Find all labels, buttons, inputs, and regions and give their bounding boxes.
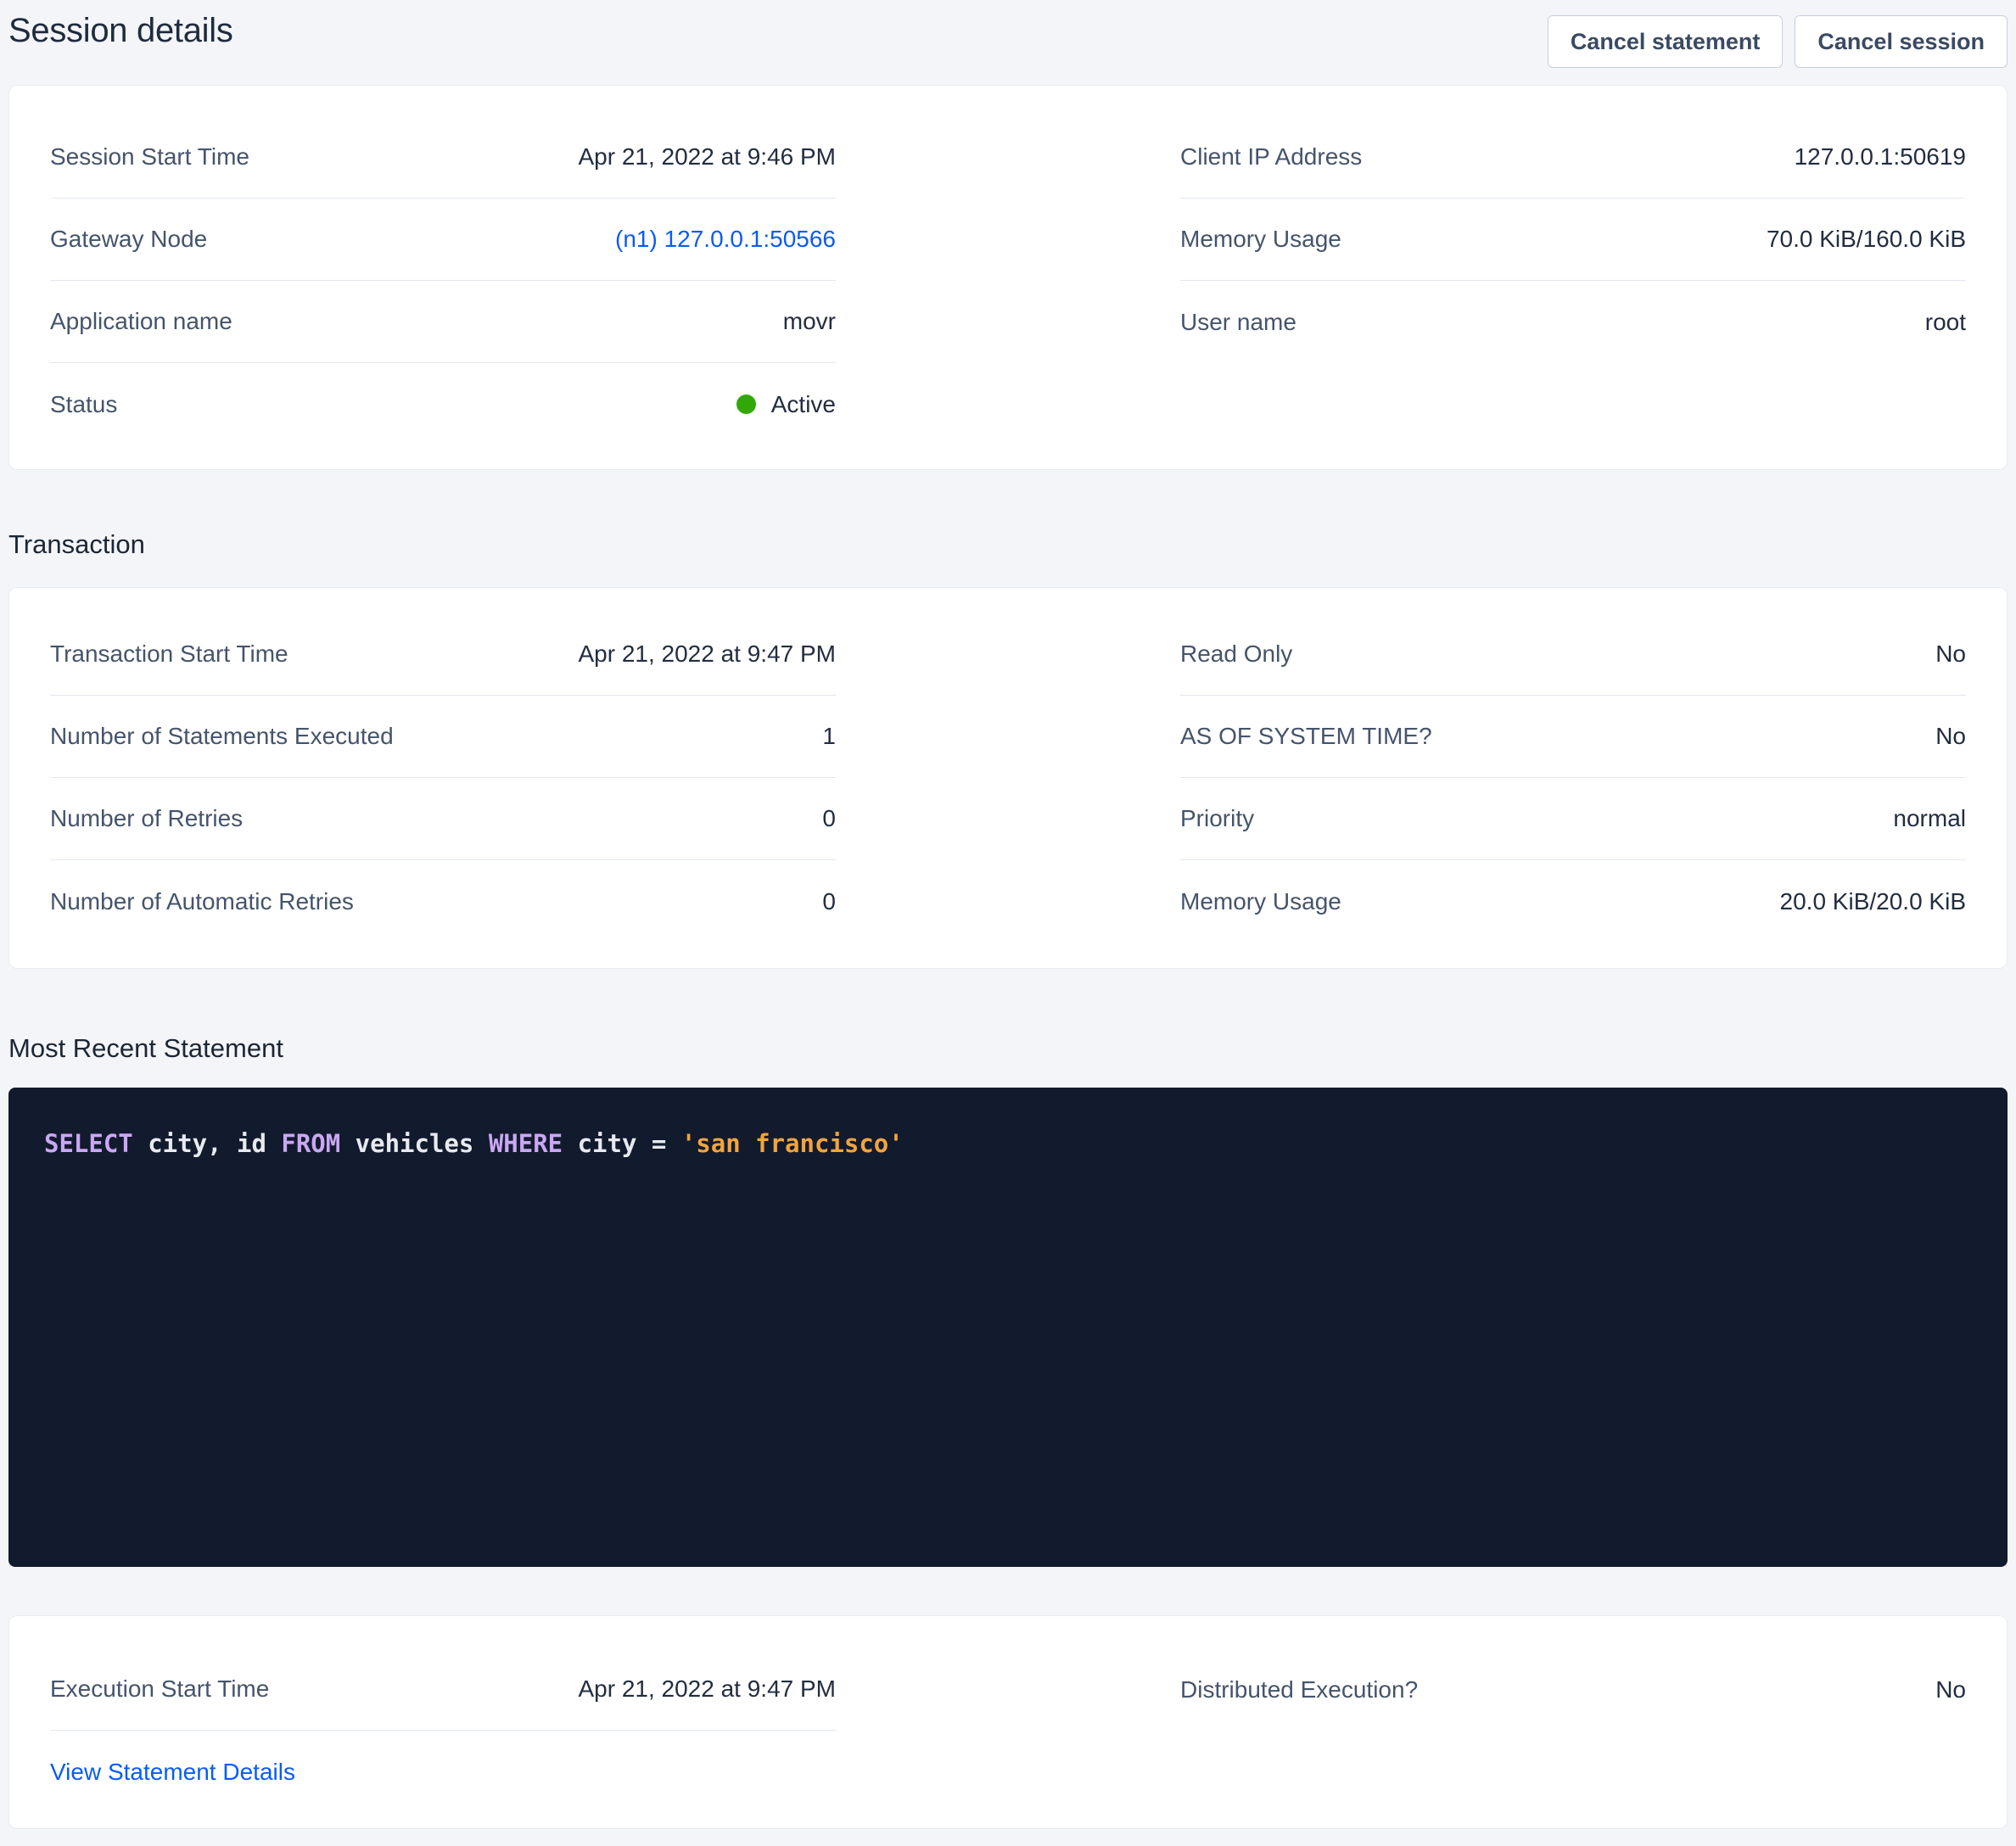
sql-statement-box: SELECT city, id FROM vehicles WHERE city…: [8, 1088, 2008, 1567]
sql-string-token: 'san francisco': [681, 1129, 904, 1158]
detail-value: 127.0.0.1:50619: [1795, 143, 1966, 171]
sql-keyword-token: WHERE: [489, 1129, 563, 1158]
cancel-statement-button[interactable]: Cancel statement: [1548, 15, 1784, 68]
detail-label: User name: [1180, 309, 1296, 336]
status-active-dot-icon: [736, 394, 756, 414]
detail-value: 70.0 KiB/160.0 KiB: [1767, 226, 1966, 253]
session-card: Session Start Time Apr 21, 2022 at 9:46 …: [8, 85, 2008, 470]
detail-row-execution-start-time: Execution Start Time Apr 21, 2022 at 9:4…: [50, 1648, 836, 1731]
detail-label: Status: [50, 391, 117, 418]
detail-value: Apr 21, 2022 at 9:47 PM: [578, 641, 836, 668]
transaction-card: Transaction Start Time Apr 21, 2022 at 9…: [8, 587, 2008, 969]
detail-value: root: [1925, 309, 1966, 336]
sql-plain-token: vehicles: [340, 1129, 489, 1158]
detail-value: movr: [783, 308, 836, 335]
status-badge: Active: [736, 391, 836, 418]
detail-row-transaction-start-time: Transaction Start Time Apr 21, 2022 at 9…: [50, 613, 836, 696]
detail-row-read-only: Read Only No: [1180, 613, 1966, 696]
header-actions: Cancel statement Cancel session: [1548, 12, 2008, 68]
detail-row-session-memory-usage: Memory Usage 70.0 KiB/160.0 KiB: [1180, 199, 1966, 281]
detail-row-number-of-retries: Number of Retries 0: [50, 778, 836, 860]
detail-label: Client IP Address: [1180, 143, 1362, 171]
view-statement-details-row: View Statement Details: [50, 1731, 836, 1813]
detail-label: AS OF SYSTEM TIME?: [1180, 723, 1432, 750]
detail-value: Apr 21, 2022 at 9:47 PM: [578, 1675, 836, 1703]
detail-row-gateway-node: Gateway Node (n1) 127.0.0.1:50566: [50, 199, 836, 281]
execution-card: Execution Start Time Apr 21, 2022 at 9:4…: [8, 1615, 2008, 1829]
detail-label: Transaction Start Time: [50, 641, 288, 668]
sql-plain-token: city =: [563, 1129, 681, 1158]
page-title: Session details: [8, 12, 233, 50]
view-statement-details-link[interactable]: View Statement Details: [50, 1759, 295, 1786]
detail-value: 0: [822, 805, 836, 832]
section-heading-most-recent-statement: Most Recent Statement: [8, 1033, 2008, 1064]
detail-value: 0: [822, 888, 836, 915]
detail-row-application-name: Application name movr: [50, 281, 836, 363]
session-card-right-column: Client IP Address 127.0.0.1:50619 Memory…: [1180, 116, 1966, 363]
detail-row-transaction-memory-usage: Memory Usage 20.0 KiB/20.0 KiB: [1180, 860, 1966, 943]
detail-row-user-name: User name root: [1180, 281, 1966, 363]
detail-label: Gateway Node: [50, 226, 207, 253]
gateway-node-link[interactable]: (n1) 127.0.0.1:50566: [615, 226, 836, 253]
detail-row-status: Status Active: [50, 363, 836, 445]
detail-label: Memory Usage: [1180, 888, 1341, 915]
detail-value: No: [1935, 641, 1966, 668]
detail-value: normal: [1893, 805, 1966, 832]
transaction-card-left-column: Transaction Start Time Apr 21, 2022 at 9…: [50, 613, 836, 943]
detail-row-distributed-execution: Distributed Execution? No: [1180, 1648, 1966, 1731]
detail-label: Memory Usage: [1180, 226, 1341, 253]
page-header: Session details Cancel statement Cancel …: [8, 0, 2008, 85]
detail-label: Execution Start Time: [50, 1675, 269, 1703]
detail-value: No: [1935, 723, 1966, 750]
detail-label: Number of Retries: [50, 805, 243, 832]
session-card-left-column: Session Start Time Apr 21, 2022 at 9:46 …: [50, 116, 836, 445]
section-heading-transaction: Transaction: [8, 529, 2008, 560]
detail-row-priority: Priority normal: [1180, 778, 1966, 860]
execution-card-right-column: Distributed Execution? No: [1180, 1648, 1966, 1731]
session-details-page: Session details Cancel statement Cancel …: [0, 0, 2016, 1846]
detail-label: Priority: [1180, 805, 1254, 832]
detail-row-statements-executed: Number of Statements Executed 1: [50, 696, 836, 778]
detail-label: Distributed Execution?: [1180, 1676, 1418, 1703]
detail-label: Number of Automatic Retries: [50, 888, 354, 915]
detail-label: Read Only: [1180, 641, 1292, 668]
detail-label: Application name: [50, 308, 232, 335]
sql-plain-token: city, id: [133, 1129, 282, 1158]
cancel-session-button[interactable]: Cancel session: [1795, 15, 2008, 68]
detail-value: 20.0 KiB/20.0 KiB: [1780, 888, 1966, 915]
detail-label: Number of Statements Executed: [50, 723, 394, 750]
detail-value: Apr 21, 2022 at 9:46 PM: [578, 143, 836, 171]
execution-card-left-column: Execution Start Time Apr 21, 2022 at 9:4…: [50, 1648, 836, 1813]
detail-row-as-of-system-time: AS OF SYSTEM TIME? No: [1180, 696, 1966, 778]
transaction-card-right-column: Read Only No AS OF SYSTEM TIME? No Prior…: [1180, 613, 1966, 943]
detail-row-client-ip: Client IP Address 127.0.0.1:50619: [1180, 116, 1966, 199]
sql-keyword-token: FROM: [281, 1129, 340, 1158]
detail-label: Session Start Time: [50, 143, 249, 171]
detail-value: 1: [822, 723, 836, 750]
detail-value: No: [1935, 1676, 1966, 1703]
detail-row-session-start-time: Session Start Time Apr 21, 2022 at 9:46 …: [50, 116, 836, 199]
sql-keyword-token: SELECT: [44, 1129, 133, 1158]
status-text: Active: [771, 391, 836, 418]
detail-row-automatic-retries: Number of Automatic Retries 0: [50, 860, 836, 943]
